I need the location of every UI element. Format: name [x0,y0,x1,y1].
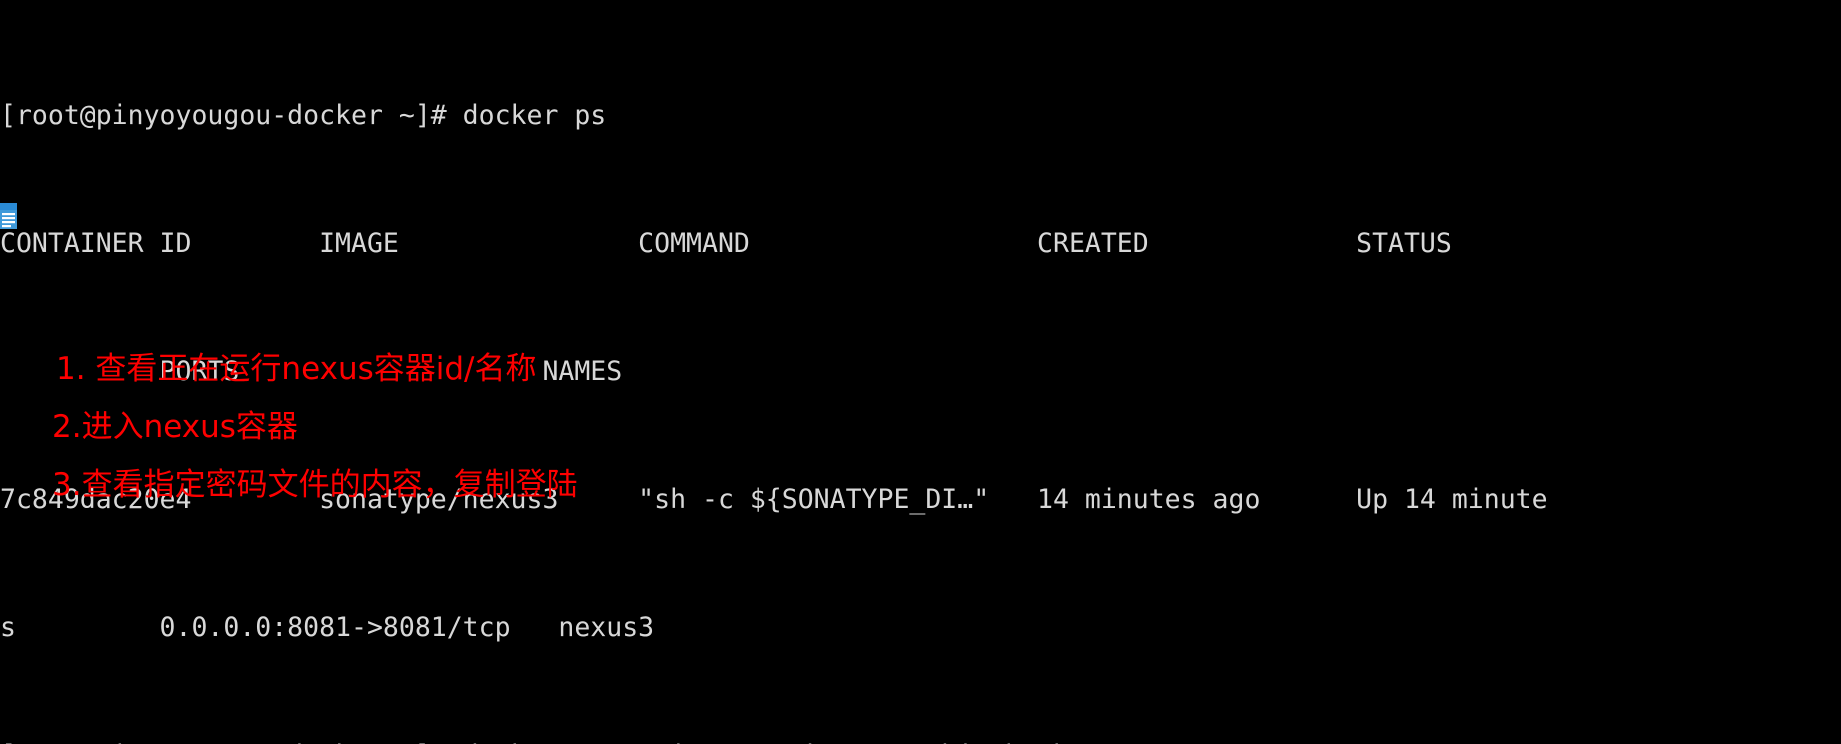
terminal-line-container-row-wrap: s 0.0.0.0:8081->8081/tcp nexus3 [0,612,1841,644]
terminal-line-command-docker-exec: [root@pinyoyougou-docker ~]# docker exec… [0,740,1841,744]
document-icon[interactable] [0,203,17,229]
screenshot-root: [root@pinyoyougou-docker ~]# docker ps C… [0,0,1841,744]
annotation-group: 1. 查看正在运行nexus容器id/名称 2.进入nexus容器 3.查看指定… [0,340,1841,514]
annotation-step-3: 3.查看指定密码文件的内容，复制登陆 [52,467,578,503]
annotation-step-2: 2.进入nexus容器 [52,409,298,445]
terminal-line-text: CONTAINER ID IMAGE COMMAND CREATED STATU… [0,228,1452,259]
terminal-line-text: [root@pinyoyougou-docker ~]# docker ps [0,100,607,131]
terminal-line-command-docker-ps: [root@pinyoyougou-docker ~]# docker ps [0,100,1841,132]
annotation-step-1: 1. 查看正在运行nexus容器id/名称 [56,351,537,387]
terminal-line-text: [root@pinyoyougou-docker ~]# docker exec… [0,740,1069,744]
terminal-line-text: s 0.0.0.0:8081->8081/tcp nexus3 [0,612,655,643]
terminal-line-table-header: CONTAINER ID IMAGE COMMAND CREATED STATU… [0,228,1841,260]
